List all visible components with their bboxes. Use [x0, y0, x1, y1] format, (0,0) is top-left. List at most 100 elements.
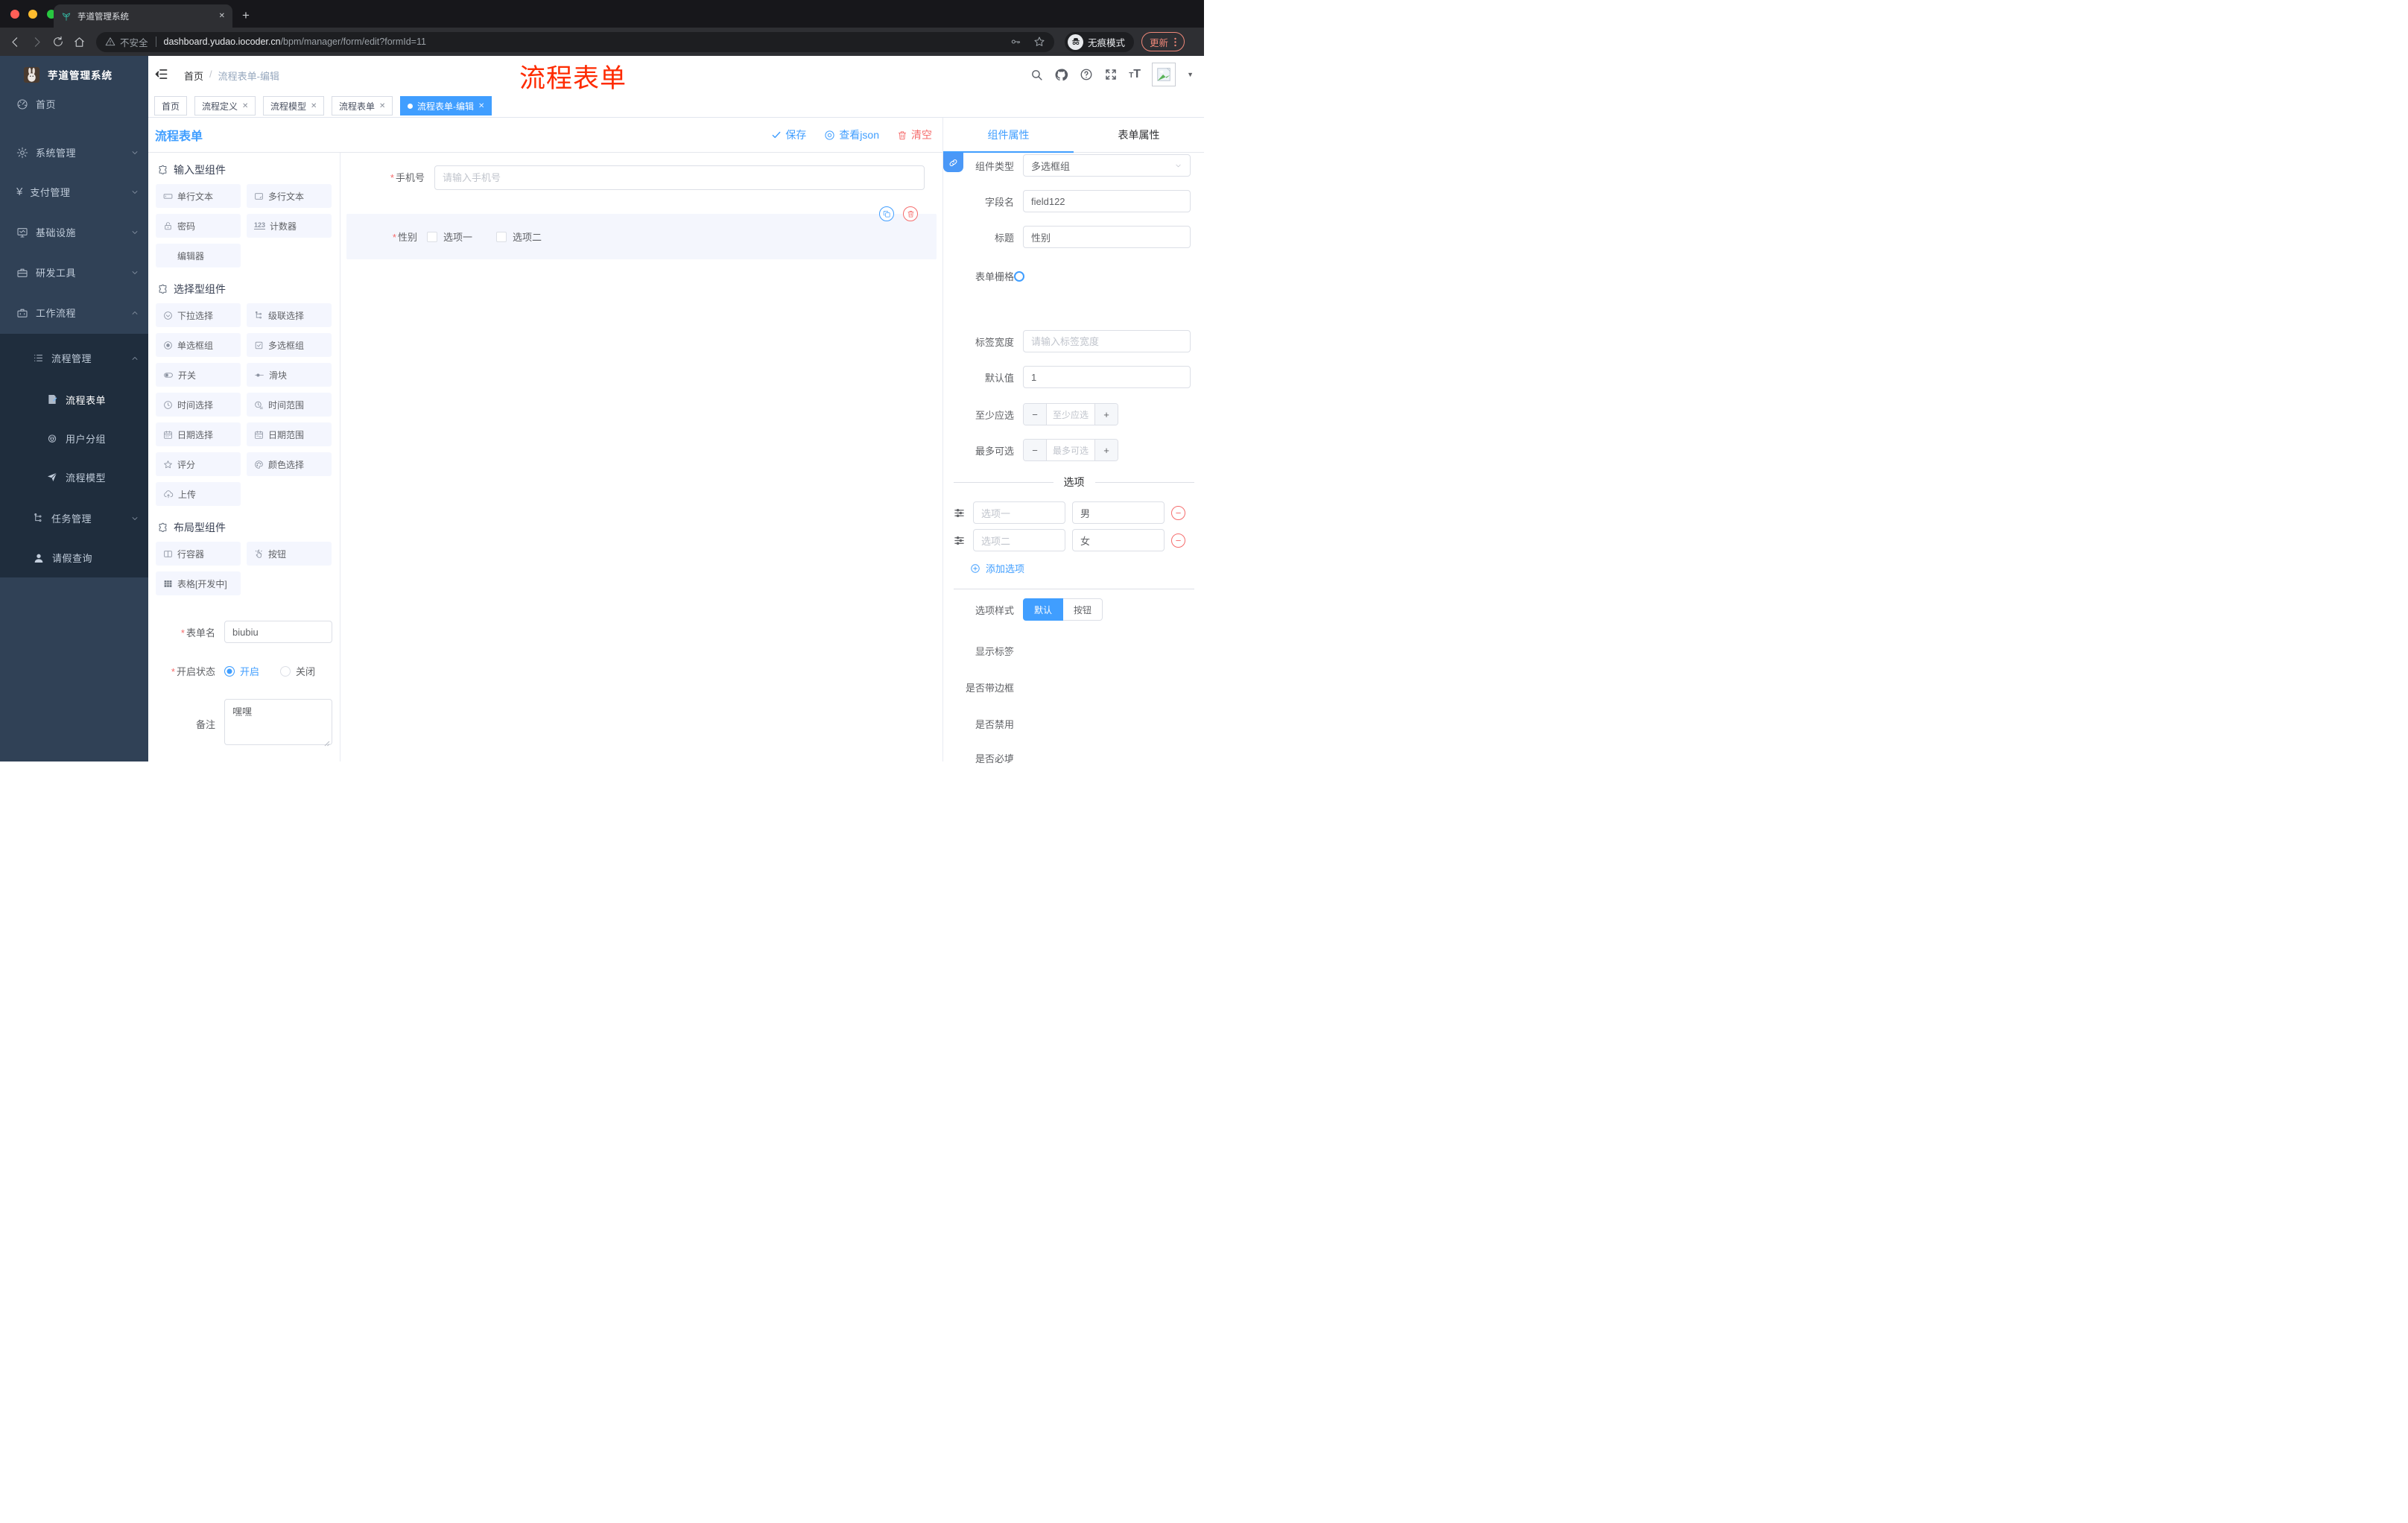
form-name-input[interactable] — [224, 621, 332, 643]
component-date-range[interactable]: 日期范围 — [247, 422, 332, 446]
component-radio-group[interactable]: 单选框组 — [156, 333, 241, 357]
password-key-icon[interactable] — [1010, 36, 1021, 48]
component-time-picker[interactable]: 时间选择 — [156, 393, 241, 417]
field-name-input[interactable] — [1023, 190, 1191, 212]
add-option-button[interactable]: 添加选项 — [970, 561, 1024, 575]
copy-component-button[interactable] — [879, 206, 894, 221]
app-logo[interactable]: 芋道管理系统 — [0, 56, 148, 93]
component-slider[interactable]: 滑块 — [247, 363, 332, 387]
component-time-range[interactable]: 时间范围 — [247, 393, 332, 417]
remove-option-button[interactable]: − — [1171, 533, 1185, 548]
not-secure-label[interactable]: 不安全 — [120, 35, 148, 49]
status-off-radio[interactable]: 关闭 — [280, 664, 315, 678]
sidebar-item-task-mgmt[interactable]: 任务管理 — [0, 498, 148, 538]
remove-option-button[interactable]: − — [1171, 505, 1185, 520]
stepper-value[interactable]: 最多可选 — [1046, 440, 1095, 460]
label-width-input[interactable] — [1023, 330, 1191, 352]
stepper-minus-button[interactable]: − — [1024, 440, 1046, 460]
minimize-window-button[interactable] — [28, 10, 38, 19]
avatar[interactable] — [1152, 63, 1176, 86]
component-button[interactable]: 按钮 — [247, 542, 332, 566]
drag-handle-icon[interactable] — [954, 507, 965, 519]
drag-handle-icon[interactable] — [954, 535, 965, 546]
view-json-button[interactable]: 查看json — [824, 127, 879, 142]
selected-component-gender[interactable]: * 性别 选项一 选项二 — [346, 206, 937, 259]
style-button-button[interactable]: 按钮 — [1063, 598, 1103, 621]
slider-handle[interactable] — [1014, 271, 1024, 282]
default-value-input[interactable] — [1023, 366, 1191, 388]
option-1-value-input[interactable] — [1072, 501, 1165, 524]
delete-component-button[interactable] — [903, 206, 918, 221]
stepper-plus-button[interactable]: + — [1095, 404, 1118, 425]
sidebar-item-process-model[interactable]: 流程模型 — [0, 459, 148, 495]
tab-component-props[interactable]: 组件属性 — [943, 118, 1074, 152]
fullscreen-icon[interactable] — [1104, 68, 1118, 81]
component-checkbox-group[interactable]: 多选框组 — [247, 333, 332, 357]
title-input[interactable] — [1023, 226, 1191, 248]
close-window-button[interactable] — [10, 10, 19, 19]
sidebar-item-user-group[interactable]: 用户分组 — [0, 420, 148, 456]
option-1-label-input[interactable] — [973, 501, 1065, 524]
tab-process-model[interactable]: 流程模型 ✕ — [263, 96, 325, 115]
github-icon[interactable] — [1054, 68, 1068, 82]
component-table-dev[interactable]: 表格[开发中] — [156, 571, 241, 595]
tab-process-definition[interactable]: 流程定义 ✕ — [194, 96, 256, 115]
save-button[interactable]: 保存 — [771, 127, 806, 142]
stepper-value[interactable]: 至少应选 — [1046, 404, 1095, 425]
component-textarea[interactable]: 多行文本 — [247, 184, 332, 208]
breadcrumb-home[interactable]: 首页 — [184, 69, 203, 83]
component-rate[interactable]: 评分 — [156, 452, 241, 476]
sidebar-item-process-form[interactable]: 流程表单 — [0, 381, 148, 417]
back-icon[interactable] — [9, 36, 22, 48]
component-text-field[interactable]: 单行文本 — [156, 184, 241, 208]
component-row-container[interactable]: 行容器 — [156, 542, 241, 566]
option-2-label-input[interactable] — [973, 529, 1065, 551]
tab-process-form-edit[interactable]: 流程表单-编辑 ✕ — [400, 96, 492, 115]
new-tab-button[interactable]: + — [242, 7, 250, 24]
sidebar-item-system[interactable]: 系统管理 — [0, 133, 148, 172]
collapse-sidebar-icon[interactable] — [154, 67, 168, 81]
search-icon[interactable] — [1030, 69, 1043, 81]
help-icon[interactable] — [1080, 68, 1093, 81]
style-default-button[interactable]: 默认 — [1023, 598, 1064, 621]
component-type-select[interactable]: 多选框组 — [1023, 154, 1191, 177]
stepper-minus-button[interactable]: − — [1024, 404, 1046, 425]
status-on-radio[interactable]: 开启 — [224, 664, 259, 678]
component-upload[interactable]: 上传 — [156, 482, 241, 506]
gender-option-1-checkbox[interactable]: 选项一 — [427, 229, 472, 244]
sidebar-item-devtools[interactable]: 研发工具 — [0, 253, 148, 292]
clear-button[interactable]: 清空 — [897, 127, 932, 142]
close-tab-icon[interactable]: ✕ — [379, 102, 385, 110]
home-icon[interactable] — [73, 36, 86, 48]
component-date-picker[interactable]: 日期选择 — [156, 422, 241, 446]
component-editor[interactable]: 编辑器 — [156, 244, 241, 267]
component-switch[interactable]: 开关 — [156, 363, 241, 387]
component-color-picker[interactable]: 颜色选择 — [247, 452, 332, 476]
forward-icon[interactable] — [31, 36, 43, 48]
close-tab-icon[interactable]: ✕ — [311, 102, 317, 110]
sidebar-item-process-mgmt[interactable]: 流程管理 — [0, 338, 148, 378]
sidebar-item-leave-query[interactable]: 请假查询 — [0, 538, 148, 577]
avatar-caret-icon[interactable]: ▼ — [1187, 71, 1194, 78]
sidebar-item-workflow[interactable]: 工作流程 — [0, 293, 148, 332]
tab-form-props[interactable]: 表单属性 — [1074, 118, 1204, 152]
font-size-icon[interactable]: TT — [1129, 68, 1141, 81]
component-counter[interactable]: 123 计数器 — [247, 214, 332, 238]
sidebar-item-payment[interactable]: ¥ 支付管理 — [0, 172, 148, 212]
resize-grip-icon[interactable] — [324, 741, 330, 747]
browser-update-button[interactable]: 更新 — [1141, 32, 1185, 51]
browser-menu-icon[interactable] — [1174, 37, 1176, 47]
reload-icon[interactable] — [52, 36, 64, 48]
tab-home[interactable]: 首页 — [154, 96, 188, 115]
sidebar-item-infra[interactable]: 基础设施 — [0, 212, 148, 252]
component-select[interactable]: 下拉选择 — [156, 303, 241, 327]
form-remark-textarea[interactable]: 嘿嘿 — [224, 699, 332, 745]
bookmark-star-icon[interactable] — [1033, 36, 1045, 48]
phone-field-row[interactable]: * 手机号 — [340, 165, 942, 190]
stepper-plus-button[interactable]: + — [1095, 440, 1118, 460]
form-canvas[interactable]: *手机号 *性别 选项一 选项二 — [340, 153, 942, 762]
url-path[interactable]: /bpm/manager/form/edit?formId=11 — [281, 37, 426, 47]
component-password[interactable]: 密码 — [156, 214, 241, 238]
component-cascader[interactable]: 级联选择 — [247, 303, 332, 327]
phone-input[interactable] — [434, 165, 925, 190]
